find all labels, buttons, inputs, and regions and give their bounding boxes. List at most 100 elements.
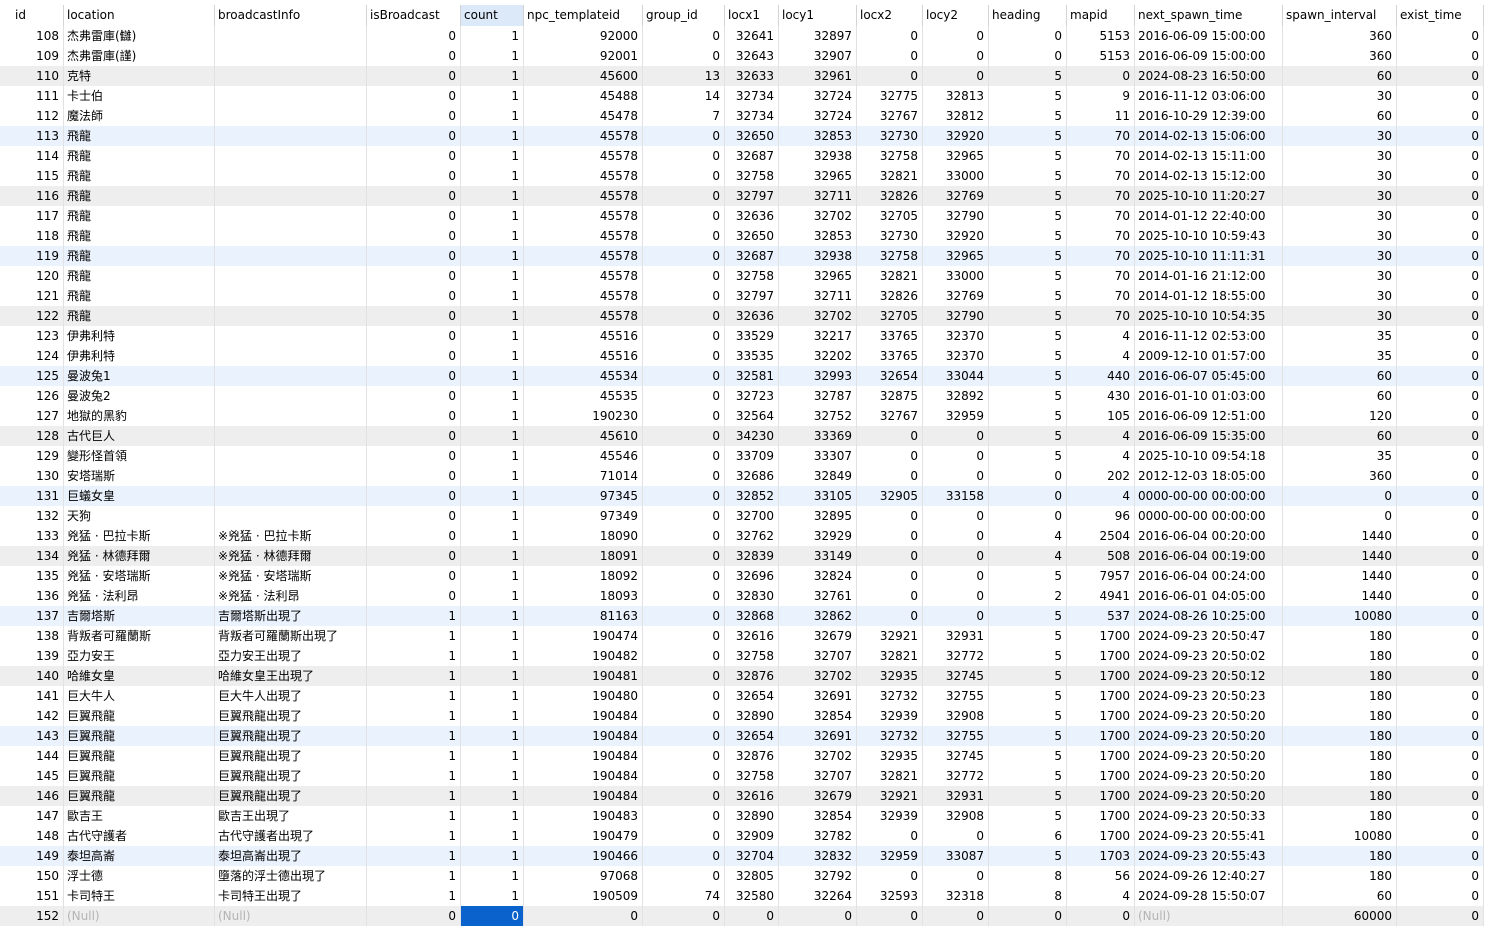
cell-count[interactable]: 1 [461,346,524,366]
cell-locy2[interactable]: 0 [923,546,989,566]
cell-locy2[interactable]: 33000 [923,266,989,286]
table-row[interactable]: 109 杰弗雷庫(謹) 0 1 92001 0 32643 32907 0 0 0 5153 2016-… [0,46,1484,66]
cell-group-id[interactable]: 0 [643,726,725,746]
cell-locx1[interactable]: 32839 [725,546,779,566]
cell-location[interactable]: 兇猛 · 林德拜爾 [64,546,215,566]
table-row[interactable]: 120 飛龍 0 1 45578 0 32758 32965 32821 33000 5 70 2014… [0,266,1484,286]
cell-locx1[interactable]: 32687 [725,246,779,266]
cell-mapid[interactable]: 4941 [1067,586,1135,606]
cell-locx2[interactable]: 32593 [857,886,923,906]
table-row[interactable]: 130 安塔瑞斯 0 1 71014 0 32686 32849 0 0 0 202 2012-12-0… [0,466,1484,486]
cell-isbroadcast[interactable]: 0 [367,346,461,366]
cell-broadcastinfo[interactable] [215,126,367,146]
cell-id[interactable]: 143 [12,726,64,746]
cell-mapid[interactable]: 56 [1067,866,1135,886]
cell-heading[interactable]: 0 [989,486,1067,506]
cell-heading[interactable]: 4 [989,546,1067,566]
cell-id[interactable]: 134 [12,546,64,566]
column-header-npc-templateid[interactable]: npc_templateid [524,5,643,26]
cell-spawn-interval[interactable]: 30 [1283,86,1397,106]
cell-locy2[interactable]: 32769 [923,186,989,206]
cell-next-spawn-time[interactable]: 2024-09-23 20:50:23 [1135,686,1283,706]
cell-id[interactable]: 108 [12,26,64,46]
cell-mapid[interactable]: 0 [1067,906,1135,926]
cell-location[interactable]: 天狗 [64,506,215,526]
cell-group-id[interactable]: 0 [643,806,725,826]
cell-isbroadcast[interactable]: 0 [367,306,461,326]
cell-isbroadcast[interactable]: 0 [367,266,461,286]
cell-broadcastinfo[interactable] [215,86,367,106]
cell-npc-templateid[interactable]: 45578 [524,306,643,326]
cell-mapid[interactable]: 7957 [1067,566,1135,586]
cell-broadcastinfo[interactable] [215,206,367,226]
cell-group-id[interactable]: 0 [643,566,725,586]
cell-mapid[interactable]: 202 [1067,466,1135,486]
cell-spawn-interval[interactable]: 10080 [1283,606,1397,626]
cell-broadcastinfo[interactable]: 哈維女皇王出現了 [215,666,367,686]
cell-locx2[interactable]: 0 [857,506,923,526]
cell-spawn-interval[interactable]: 30 [1283,246,1397,266]
cell-heading[interactable]: 5 [989,646,1067,666]
cell-locx2[interactable]: 0 [857,826,923,846]
cell-location[interactable]: 兇猛 · 法利昂 [64,586,215,606]
cell-id[interactable]: 122 [12,306,64,326]
cell-count[interactable]: 1 [461,506,524,526]
cell-isbroadcast[interactable]: 0 [367,486,461,506]
cell-group-id[interactable]: 0 [643,626,725,646]
column-header-group-id[interactable]: group_id [643,5,725,26]
cell-count[interactable]: 1 [461,866,524,886]
cell-heading[interactable]: 5 [989,686,1067,706]
cell-broadcastinfo[interactable]: (Null) [215,906,367,926]
cell-locx1[interactable]: 32654 [725,686,779,706]
table-row[interactable]: 116 飛龍 0 1 45578 0 32797 32711 32826 32769 5 70 2025… [0,186,1484,206]
cell-exist-time[interactable]: 0 [1397,126,1484,146]
cell-mapid[interactable]: 1703 [1067,846,1135,866]
cell-locx1[interactable]: 32797 [725,186,779,206]
cell-spawn-interval[interactable]: 180 [1283,806,1397,826]
cell-locy1[interactable]: 32824 [779,566,857,586]
table-row[interactable]: 118 飛龍 0 1 45578 0 32650 32853 32730 32920 5 70 2025… [0,226,1484,246]
cell-location[interactable]: 飛龍 [64,286,215,306]
cell-next-spawn-time[interactable]: 2025-10-10 10:59:43 [1135,226,1283,246]
table-row[interactable]: 138 背叛者可羅蘭斯 背叛者可羅蘭斯出現了 1 1 190474 0 32616 32679 3… [0,626,1484,646]
cell-locy2[interactable]: 32745 [923,746,989,766]
cell-exist-time[interactable]: 0 [1397,306,1484,326]
cell-locy1[interactable]: 32965 [779,166,857,186]
cell-location[interactable]: 杰弗雷庫(讎) [64,26,215,46]
cell-next-spawn-time[interactable]: 2025-10-10 10:54:35 [1135,306,1283,326]
cell-locx2[interactable]: 32939 [857,706,923,726]
cell-exist-time[interactable]: 0 [1397,626,1484,646]
cell-group-id[interactable]: 14 [643,86,725,106]
cell-locy2[interactable]: 32769 [923,286,989,306]
cell-group-id[interactable]: 0 [643,326,725,346]
cell-location[interactable]: 飛龍 [64,246,215,266]
cell-exist-time[interactable]: 0 [1397,246,1484,266]
cell-locy1[interactable]: 32702 [779,206,857,226]
cell-heading[interactable]: 5 [989,566,1067,586]
cell-next-spawn-time[interactable]: 2016-06-04 00:24:00 [1135,566,1283,586]
cell-broadcastinfo[interactable] [215,346,367,366]
cell-location[interactable]: 背叛者可羅蘭斯 [64,626,215,646]
cell-count[interactable]: 1 [461,86,524,106]
cell-next-spawn-time[interactable]: (Null) [1135,906,1283,926]
cell-spawn-interval[interactable]: 60 [1283,66,1397,86]
cell-mapid[interactable]: 1700 [1067,686,1135,706]
cell-location[interactable]: 兇猛 · 巴拉卡斯 [64,526,215,546]
cell-id[interactable]: 110 [12,66,64,86]
cell-group-id[interactable]: 0 [643,526,725,546]
cell-locy2[interactable]: 0 [923,586,989,606]
cell-heading[interactable]: 5 [989,446,1067,466]
cell-location[interactable]: 飛龍 [64,166,215,186]
cell-locx1[interactable]: 32909 [725,826,779,846]
cell-locy2[interactable]: 0 [923,866,989,886]
cell-exist-time[interactable]: 0 [1397,346,1484,366]
cell-count[interactable]: 1 [461,806,524,826]
column-header-mapid[interactable]: mapid [1067,5,1135,26]
table-row[interactable]: 113 飛龍 0 1 45578 0 32650 32853 32730 32920 5 70 2014… [0,126,1484,146]
cell-locx1[interactable]: 32830 [725,586,779,606]
cell-locx2[interactable]: 32730 [857,126,923,146]
cell-locx1[interactable]: 32636 [725,206,779,226]
cell-exist-time[interactable]: 0 [1397,66,1484,86]
cell-heading[interactable]: 5 [989,226,1067,246]
cell-npc-templateid[interactable]: 92001 [524,46,643,66]
